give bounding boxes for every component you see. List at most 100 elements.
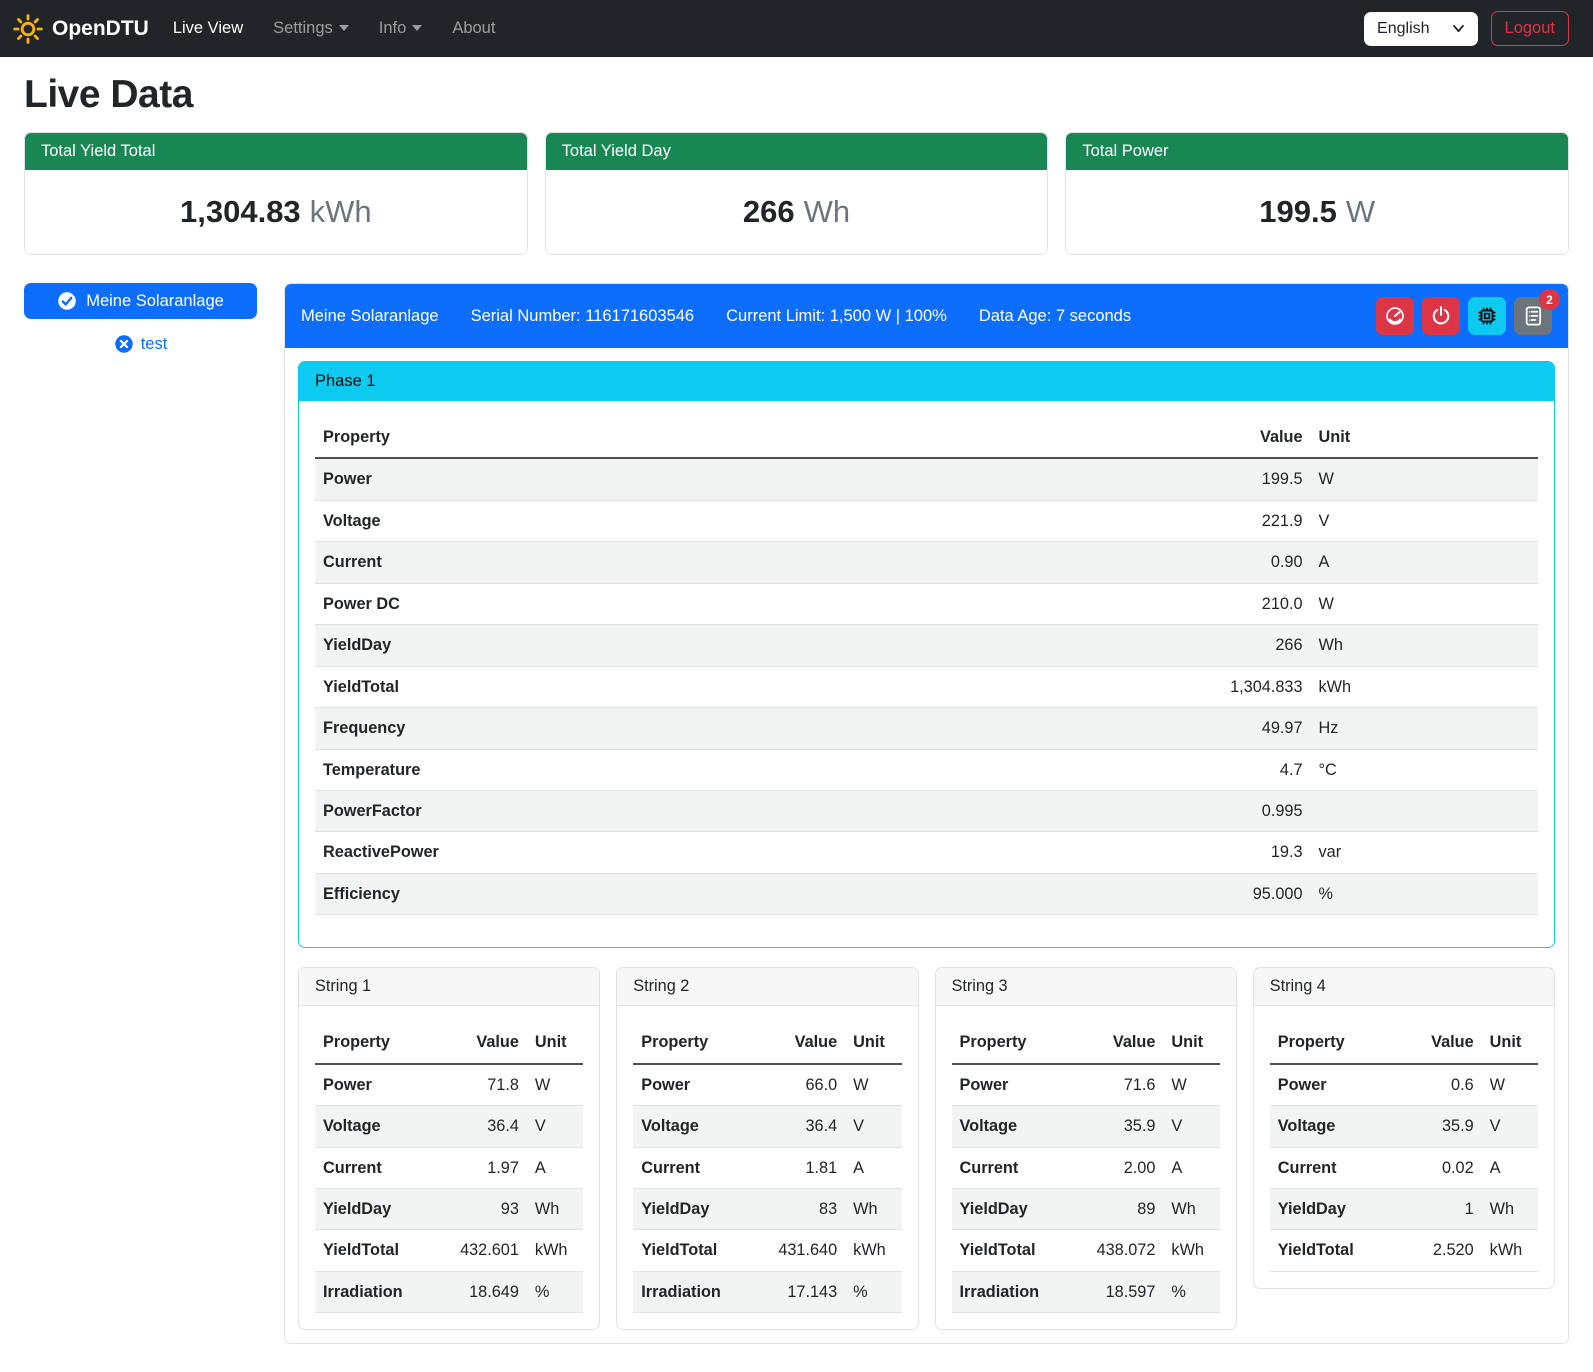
column-unit: Unit	[1311, 417, 1538, 458]
language-select[interactable]: English	[1364, 12, 1477, 46]
unit: kWh	[310, 194, 372, 229]
table-row: YieldTotal438.072kWh	[952, 1230, 1220, 1271]
column-value: Value	[1382, 1022, 1481, 1063]
inverter-selected-button[interactable]: Meine Solaranlage	[24, 283, 257, 319]
property-cell: ReactivePower	[315, 832, 1152, 873]
caret-down-icon	[412, 25, 422, 32]
table-row: Power199.5W	[315, 458, 1538, 500]
column-unit: Unit	[845, 1022, 901, 1063]
value-cell: 266	[1152, 625, 1311, 666]
current-limit-label: Current Limit: 1,500 W | 100%	[726, 307, 947, 326]
value-cell: 199.5	[1152, 458, 1311, 500]
unit: Wh	[804, 194, 851, 229]
table-row: YieldDay1Wh	[1270, 1189, 1538, 1230]
property-cell: Voltage	[315, 500, 1152, 541]
strings-row: String 1 Property Value Unit	[298, 967, 1555, 1330]
property-cell: YieldTotal	[315, 666, 1152, 707]
value-cell: 83	[746, 1189, 845, 1230]
nav-item-about[interactable]: About	[452, 19, 495, 38]
card-title: Total Yield Total	[25, 133, 527, 170]
table-row: Power66.0W	[633, 1064, 901, 1106]
value-cell: 89	[1064, 1189, 1163, 1230]
unit-cell: °C	[1311, 749, 1538, 790]
power-button[interactable]	[1422, 297, 1460, 335]
table-row: YieldDay266Wh	[315, 625, 1538, 666]
sun-logo-icon	[13, 14, 43, 44]
column-unit: Unit	[1163, 1022, 1219, 1063]
property-cell: Current	[315, 1147, 428, 1188]
property-cell: Current	[1270, 1147, 1383, 1188]
value-cell: 18.649	[428, 1271, 527, 1312]
string-card-body: Property Value Unit Power71.6WVoltage35.…	[936, 1006, 1236, 1313]
unit-cell: kWh	[845, 1230, 901, 1271]
table-row: Voltage36.4V	[315, 1106, 583, 1147]
string-table: Property Value Unit Power0.6WVoltage35.9…	[1270, 1022, 1538, 1272]
table-row: Power DC210.0W	[315, 583, 1538, 624]
check-circle-icon	[57, 291, 77, 311]
inverter-unselected-button[interactable]: test	[114, 334, 168, 354]
card-title: Total Power	[1066, 133, 1568, 170]
table-row: Irradiation18.597%	[952, 1271, 1220, 1312]
cpu-icon	[1476, 305, 1498, 327]
table-row: Efficiency95.000%	[315, 873, 1538, 914]
nav-item-info[interactable]: Info	[379, 19, 423, 38]
event-log-button[interactable]: 2	[1514, 297, 1552, 335]
card-title: Total Yield Day	[546, 133, 1048, 170]
phase-table: Property Value Unit Power199.5WVoltage22…	[315, 417, 1538, 915]
property-cell: Power	[315, 1064, 428, 1106]
navbar: OpenDTU Live View Settings Info About	[0, 0, 1593, 57]
value-cell: 0.02	[1382, 1147, 1481, 1188]
unit-cell: W	[845, 1064, 901, 1106]
property-cell: Voltage	[952, 1106, 1065, 1147]
property-cell: Power	[315, 458, 1152, 500]
value-cell: 2.520	[1382, 1230, 1481, 1271]
nav-item-live-view[interactable]: Live View	[173, 19, 243, 38]
unit-cell: %	[1163, 1271, 1219, 1312]
language-selected-value: English	[1377, 20, 1429, 38]
main-row: Meine Solaranlage test Meine Solaranlage	[24, 283, 1569, 1372]
inverter-name: Meine Solaranlage	[301, 307, 439, 326]
unit-cell: W	[527, 1064, 583, 1106]
table-row: Voltage221.9V	[315, 500, 1538, 541]
nav-links: Live View Settings Info About	[173, 19, 496, 38]
property-cell: YieldDay	[315, 1189, 428, 1230]
value-cell: 1.97	[428, 1147, 527, 1188]
string-card-title: String 1	[299, 968, 599, 1006]
value-cell: 2.00	[1064, 1147, 1163, 1188]
unit-cell: W	[1311, 583, 1538, 624]
table-row: Voltage35.9V	[1270, 1106, 1538, 1147]
value: 1,304.83	[180, 194, 301, 229]
table-row: Frequency49.97Hz	[315, 708, 1538, 749]
unit-cell: W	[1482, 1064, 1538, 1106]
unit-cell: V	[527, 1106, 583, 1147]
table-row: Power71.8W	[315, 1064, 583, 1106]
gauge-icon	[1384, 305, 1406, 327]
property-cell: YieldTotal	[952, 1230, 1065, 1271]
unit-cell: Wh	[527, 1189, 583, 1230]
string-card-title: String 3	[936, 968, 1236, 1006]
card-value: 1,304.83 kWh	[25, 170, 527, 254]
value-cell: 438.072	[1064, 1230, 1163, 1271]
property-cell: Current	[633, 1147, 746, 1188]
value-cell: 35.9	[1064, 1106, 1163, 1147]
table-row: YieldDay83Wh	[633, 1189, 901, 1230]
value-cell: 0.90	[1152, 542, 1311, 583]
unit-cell: A	[845, 1147, 901, 1188]
property-cell: Efficiency	[315, 873, 1152, 914]
chevron-down-icon	[1452, 24, 1465, 33]
data-age-label: Data Age: 7 seconds	[979, 307, 1131, 326]
value-cell: 19.3	[1152, 832, 1311, 873]
logout-button[interactable]: Logout	[1491, 11, 1569, 46]
column-unit: Unit	[1482, 1022, 1538, 1063]
column-property: Property	[315, 1022, 428, 1063]
device-info-button[interactable]	[1468, 297, 1506, 335]
column-value: Value	[428, 1022, 527, 1063]
string-card-body: Property Value Unit Power0.6WVoltage35.9…	[1254, 1006, 1554, 1272]
property-cell: Power	[952, 1064, 1065, 1106]
unit-cell: kWh	[1311, 666, 1538, 707]
limit-settings-button[interactable]	[1376, 297, 1414, 335]
property-cell: Irradiation	[315, 1271, 428, 1312]
nav-item-settings[interactable]: Settings	[273, 19, 349, 38]
string-table: Property Value Unit Power71.6WVoltage35.…	[952, 1022, 1220, 1313]
table-row: ReactivePower19.3var	[315, 832, 1538, 873]
